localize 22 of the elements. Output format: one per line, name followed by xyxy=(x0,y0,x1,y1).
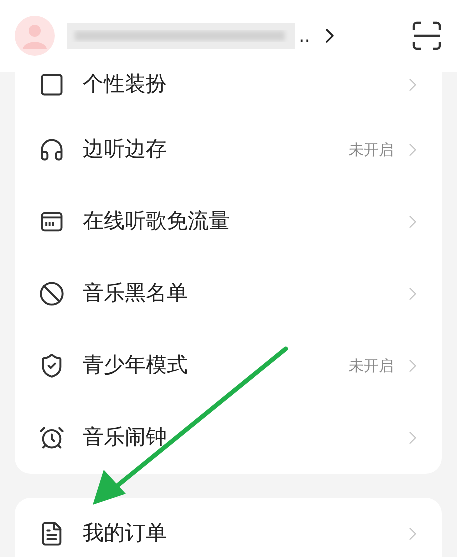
menu-item[interactable]: 个性装扮 xyxy=(15,72,442,114)
menu-item-label: 音乐闹钟 xyxy=(83,424,167,452)
status-text: 未开启 xyxy=(349,356,394,377)
name-ellipsis: .. xyxy=(299,24,310,48)
menu-item-label: 边听边存 xyxy=(83,136,167,164)
menu-item[interactable]: 在线听歌免流量 xyxy=(15,186,442,258)
menu-item[interactable]: 音乐黑名单 xyxy=(15,258,442,330)
alarm-clock-icon xyxy=(39,425,65,451)
menu-item[interactable]: 青少年模式 未开启 xyxy=(15,330,442,402)
status-text: 未开启 xyxy=(349,140,394,161)
menu-item[interactable]: 音乐闹钟 xyxy=(15,402,442,474)
menu-item[interactable]: 我的订单 xyxy=(15,498,442,557)
menu-item-label: 个性装扮 xyxy=(83,71,167,98)
menu-item[interactable]: 边听边存 未开启 xyxy=(15,114,442,186)
menu-item-label: 在线听歌免流量 xyxy=(83,208,230,236)
square-icon xyxy=(39,72,65,98)
menu-item-label: 青少年模式 xyxy=(83,352,188,380)
scan-icon[interactable] xyxy=(411,20,443,52)
menu-item-label: 音乐黑名单 xyxy=(83,280,188,308)
headphones-icon xyxy=(39,137,65,163)
menu-item-label: 我的订单 xyxy=(83,520,167,548)
prohibited-icon xyxy=(39,281,65,307)
